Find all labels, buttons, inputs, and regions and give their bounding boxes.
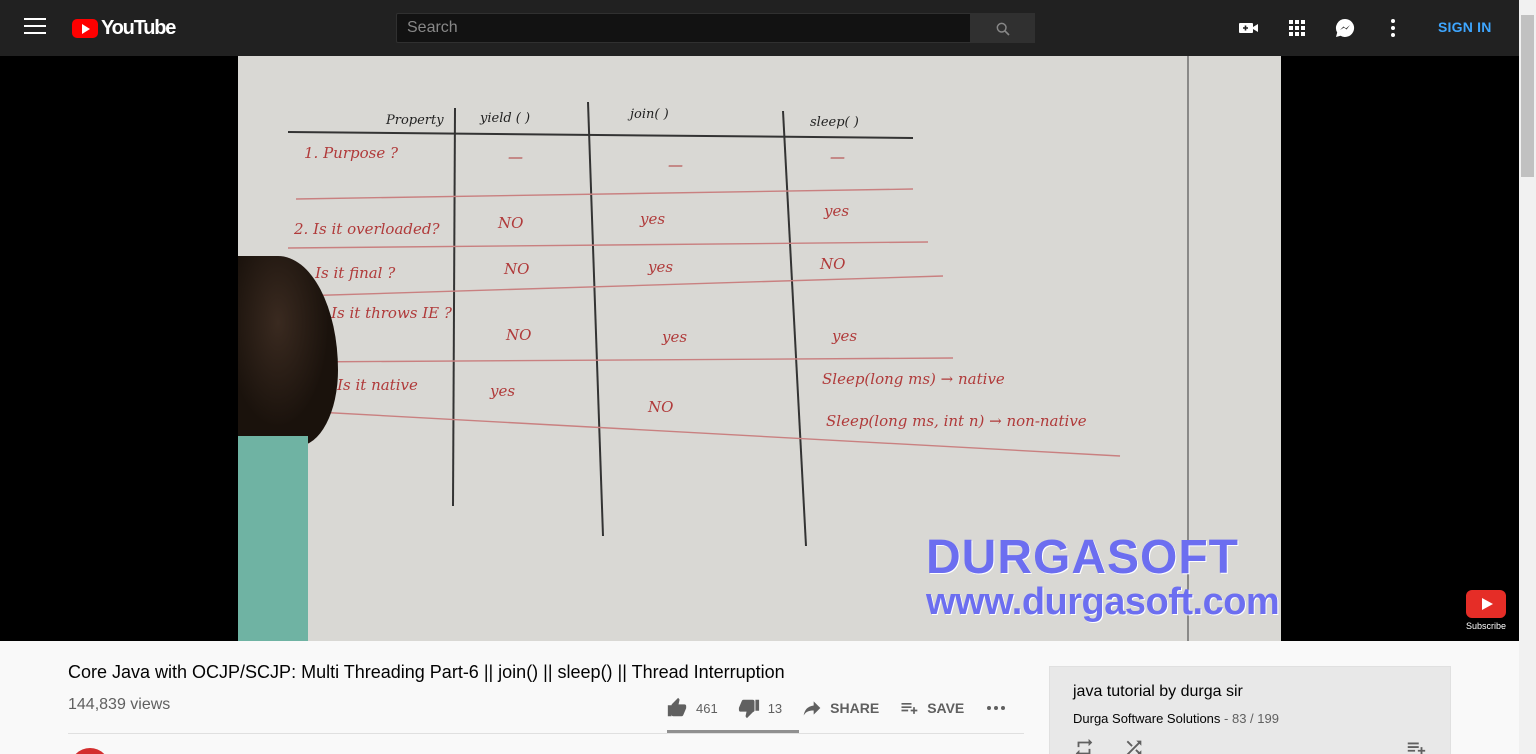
presenter-shirt: [238, 436, 308, 641]
board-row5-sleep: Sleep(long ms) → native: [822, 370, 1005, 388]
board-extra-note: Sleep(long ms, int n) → non-native: [826, 412, 1087, 430]
thumbs-up-icon: [667, 697, 687, 717]
board-header-join: join( ): [627, 107, 669, 122]
youtube-play-icon: [1466, 590, 1506, 618]
board-row3-yield: NO: [503, 260, 529, 278]
board-row1-property: 1. Purpose ?: [304, 144, 399, 162]
subscribe-label: Subscribe: [1466, 621, 1507, 631]
dislike-count: 13: [767, 700, 783, 716]
like-count: 461: [696, 700, 718, 716]
board-header-sleep: sleep( ): [810, 115, 859, 130]
board-header-property: Property: [385, 113, 444, 128]
playlist-panel: java tutorial by durga sir Durga Softwar…: [1049, 666, 1451, 754]
watermark-url: www.durgasoft.com: [926, 581, 1280, 623]
page-scrollbar[interactable]: [1519, 0, 1536, 754]
more-horiz-icon: [987, 706, 1006, 710]
board-row5-join: NO: [647, 398, 673, 416]
more-actions-button[interactable]: [984, 696, 1016, 720]
create-video-icon[interactable]: [1237, 16, 1261, 40]
logo-text: YouTube: [101, 17, 176, 39]
board-row1-yield: —: [508, 148, 523, 166]
apps-icon[interactable]: [1285, 16, 1309, 40]
video-title: Core Java with OCJP/SCJP: Multi Threadin…: [68, 662, 785, 682]
share-label: SHARE: [830, 700, 880, 716]
messages-icon[interactable]: [1333, 16, 1357, 40]
like-button[interactable]: 461: [666, 697, 718, 719]
watermark-brand: DURGASOFT: [926, 531, 1239, 584]
youtube-logo[interactable]: YouTube: [72, 17, 176, 40]
more-vert-icon[interactable]: [1381, 16, 1405, 40]
loop-icon[interactable]: [1073, 737, 1095, 754]
board-row1-sleep: —: [830, 148, 845, 166]
search-input[interactable]: Search: [396, 13, 971, 43]
board-header-yield: yield ( ): [479, 111, 530, 126]
board-row2-sleep: yes: [823, 202, 849, 220]
sign-in-button[interactable]: SIGN IN: [1438, 19, 1492, 35]
board-row4-property: 4. Is it throws IE ?: [311, 304, 453, 322]
menu-icon[interactable]: [24, 18, 46, 38]
save-label: SAVE: [927, 700, 965, 716]
playlist-channel-name[interactable]: Durga Software Solutions: [1073, 711, 1220, 726]
playlist-position: - 83 / 199: [1220, 711, 1279, 726]
video-frame[interactable]: Property yield ( ) join( ) sleep( ) 1. P…: [238, 56, 1281, 641]
divider: [68, 733, 1024, 734]
board-row5-yield: yes: [489, 382, 515, 400]
board-row4-sleep: yes: [831, 327, 857, 345]
playlist-add-icon[interactable]: [1405, 737, 1427, 754]
watermark: DURGASOFT www.durgasoft.com: [926, 531, 1280, 623]
board-row3-sleep: NO: [819, 255, 845, 273]
board-row2-yield: NO: [497, 214, 523, 232]
board-row1-join: —: [668, 156, 683, 174]
dislike-button[interactable]: 13: [738, 697, 782, 719]
playlist-add-icon: [901, 703, 918, 714]
board-row2-property: 2. Is it overloaded?: [293, 220, 440, 238]
save-button[interactable]: SAVE: [899, 698, 964, 718]
playlist-channel: Durga Software Solutions - 83 / 199: [1073, 711, 1279, 726]
thumbs-down-icon: [738, 699, 759, 719]
search-button[interactable]: [970, 13, 1035, 43]
board-row4-yield: NO: [505, 326, 531, 344]
board-row3-join: yes: [647, 258, 673, 276]
share-icon: [803, 701, 821, 716]
masthead: YouTube Search SIGN IN: [0, 0, 1519, 56]
video-actions: 461 13 SHARE SAVE: [666, 694, 1036, 722]
share-button[interactable]: SHARE: [802, 698, 879, 718]
video-player[interactable]: Property yield ( ) join( ) sleep( ) 1. P…: [0, 56, 1519, 641]
board-row4-join: yes: [661, 328, 687, 346]
scrollbar-thumb[interactable]: [1521, 15, 1534, 177]
youtube-logo-icon: [72, 19, 98, 38]
view-count: 144,839 views: [68, 696, 171, 713]
channel-avatar[interactable]: [70, 748, 110, 754]
board-row2-join: yes: [639, 210, 665, 228]
subscribe-watermark-button[interactable]: Subscribe: [1466, 590, 1507, 631]
shuffle-icon[interactable]: [1123, 737, 1145, 754]
playlist-title[interactable]: java tutorial by durga sir: [1073, 683, 1243, 701]
search-icon: [996, 22, 1010, 36]
